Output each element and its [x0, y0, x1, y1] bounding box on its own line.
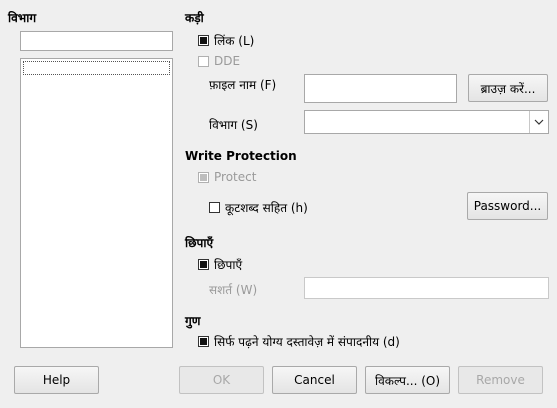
options-button[interactable]: विकल्प... (O) [365, 366, 450, 394]
password-checkbox-label: कूटशब्द सहित (h) [225, 201, 308, 215]
dde-checkbox-label: DDE [214, 54, 241, 68]
help-button[interactable]: Help [14, 366, 99, 394]
hide-checkbox-box[interactable] [198, 259, 209, 270]
readonly-editable-checkbox-label: सिर्फ पढ़ने योग्य दस्तावेज़ में संपादनीय… [214, 335, 400, 349]
remove-button[interactable]: Remove [458, 366, 543, 394]
chevron-down-icon[interactable] [529, 111, 548, 133]
dde-checkbox-box[interactable] [198, 55, 209, 67]
readonly-editable-checkbox-box[interactable] [198, 336, 209, 347]
hide-checkbox[interactable]: छिपाएँ [198, 256, 242, 273]
protect-checkbox-box[interactable] [198, 171, 209, 183]
section-label: विभाग (S) [209, 118, 258, 132]
protect-checkbox-label: Protect [214, 170, 257, 184]
hide-checkbox-label: छिपाएँ [214, 258, 243, 272]
condition-input[interactable] [304, 277, 549, 299]
readonly-editable-checkbox[interactable]: सिर्फ पढ़ने योग्य दस्तावेज़ में संपादनीय… [198, 333, 400, 350]
properties-heading: गुण [185, 314, 201, 328]
filename-input[interactable] [304, 74, 457, 103]
ok-button[interactable]: OK [179, 366, 264, 394]
browse-button[interactable]: ब्राउज़ करें... [468, 74, 548, 102]
password-button[interactable]: Password... [467, 192, 548, 220]
section-select[interactable] [304, 110, 549, 134]
hide-heading: छिपाएँ [185, 236, 214, 250]
protect-checkbox[interactable]: Protect [198, 170, 256, 184]
condition-label: सशर्त (W) [209, 283, 258, 297]
cancel-button[interactable]: Cancel [272, 366, 357, 394]
sections-heading: विभाग [8, 11, 37, 25]
link-checkbox-box[interactable] [198, 35, 209, 46]
password-checkbox[interactable]: कूटशब्द सहित (h) [209, 199, 308, 216]
password-checkbox-box[interactable] [209, 202, 220, 213]
list-item[interactable] [23, 61, 170, 75]
link-heading: कड़ी [185, 11, 204, 25]
link-checkbox-label: लिंक (L) [214, 34, 255, 48]
section-search-input[interactable] [20, 31, 173, 51]
write-protection-heading: Write Protection [185, 149, 297, 163]
dde-checkbox[interactable]: DDE [198, 54, 240, 68]
sections-list[interactable] [20, 58, 173, 348]
link-checkbox[interactable]: लिंक (L) [198, 32, 254, 49]
filename-label: फ़ाइल नाम (F) [209, 78, 277, 92]
